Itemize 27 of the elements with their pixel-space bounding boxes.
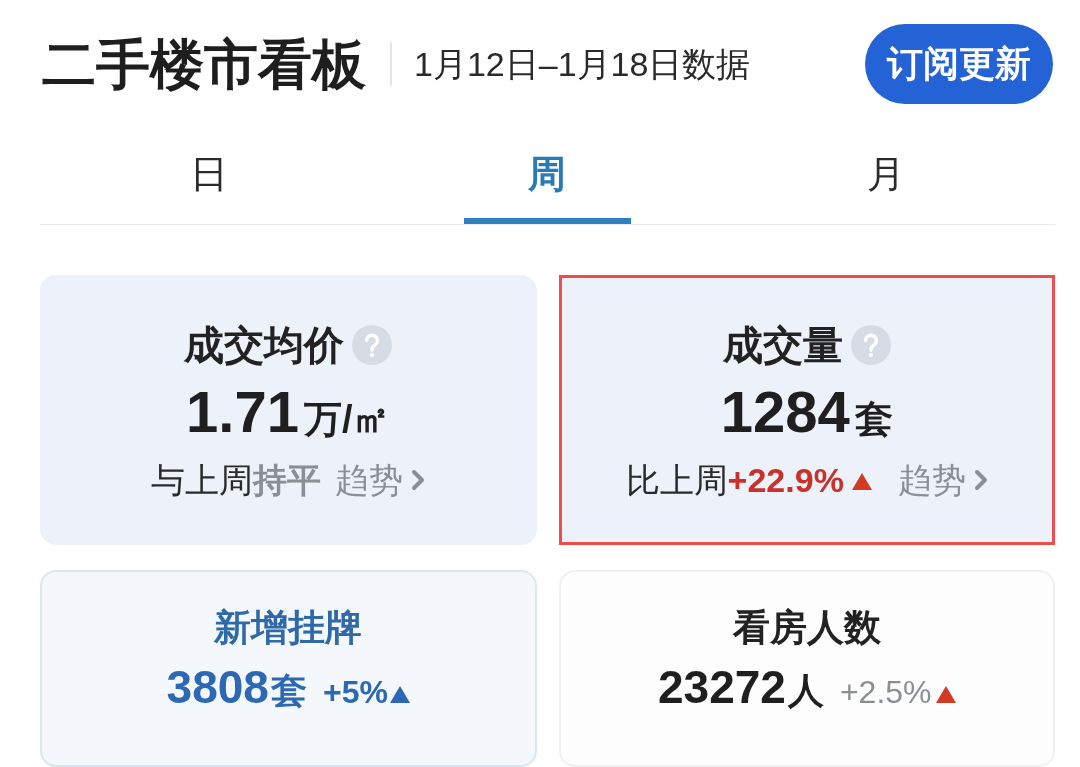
page-title: 二手楼市看板 <box>42 33 366 96</box>
card-title: 成交均价 <box>184 322 345 369</box>
period-tab[interactable]: 周 <box>464 124 631 224</box>
change-value: 持平 <box>253 460 322 501</box>
metric-value: 3808 <box>166 660 269 715</box>
metric-value: 1.71 <box>186 379 299 445</box>
metric-unit: 万/㎡ <box>303 397 391 442</box>
change-value: +2.5% <box>839 674 932 711</box>
metric-unit: 套 <box>270 669 307 713</box>
card-title: 成交量 <box>722 322 843 369</box>
change-value: +5% <box>322 674 388 711</box>
card-title: 看房人数 <box>732 606 881 650</box>
metric-unit: 人 <box>787 669 824 713</box>
chevron-right-icon <box>411 469 426 491</box>
chevron-right-icon <box>973 469 988 491</box>
metric-unit: 套 <box>854 397 893 442</box>
comparison-label: 比上周 <box>625 460 728 501</box>
subscribe-button[interactable]: 订阅更新 <box>865 24 1053 104</box>
date-range: 1月12日–1月18日数据 <box>414 44 751 85</box>
period-tab[interactable]: 月 <box>802 124 970 224</box>
metric-value: 23272 <box>657 660 786 715</box>
trend-link[interactable]: 趋势 <box>335 458 426 502</box>
period-tab[interactable]: 日 <box>125 124 293 224</box>
metric-value: 1284 <box>720 379 850 445</box>
card-title: 新增挂牌 <box>214 606 363 650</box>
change-value: +22.9% <box>727 460 844 501</box>
trend-link[interactable]: 趋势 <box>897 458 988 502</box>
